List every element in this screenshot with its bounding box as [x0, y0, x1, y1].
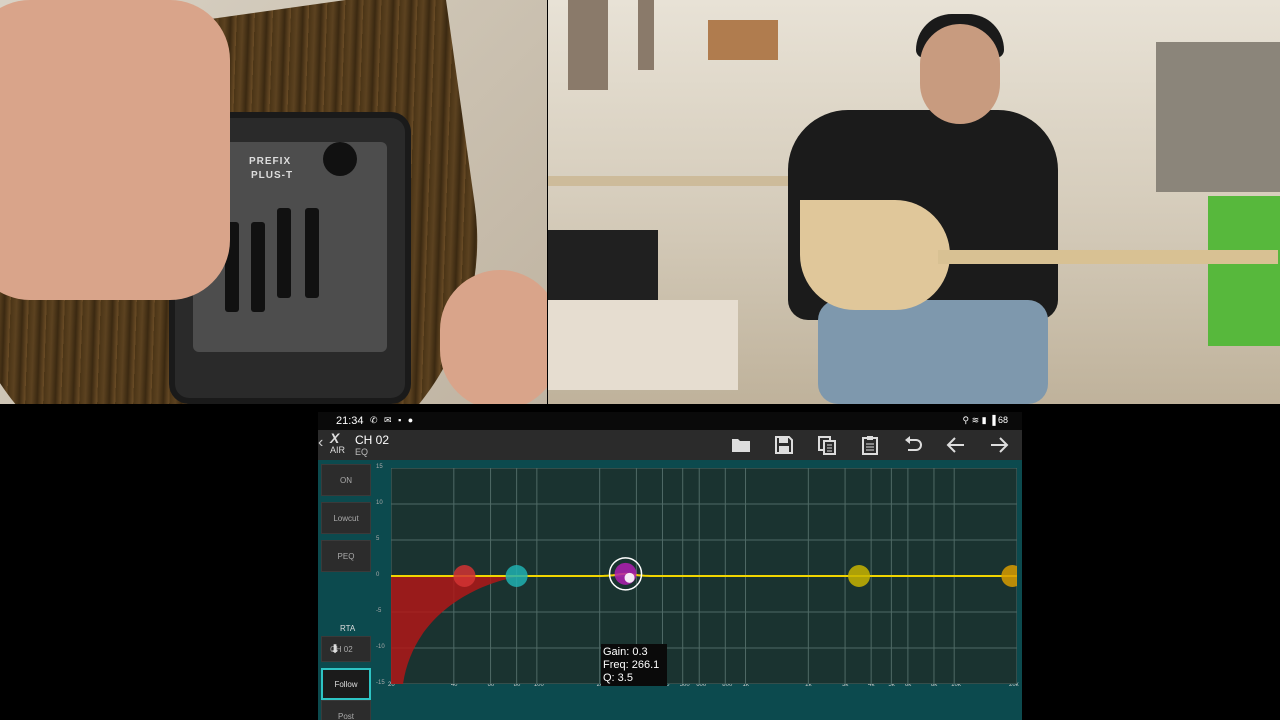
left-panel: ON Lowcut PEQ RTA CH 02 ⬇ Follow Post — [318, 460, 378, 720]
logo-text: AIR — [330, 445, 346, 455]
saz-neck — [938, 250, 1278, 264]
green-wall — [1208, 196, 1280, 346]
musician-head — [920, 24, 1000, 124]
tooltip-gain: Gain: 0.3 — [603, 646, 648, 658]
folder-icon — [732, 439, 750, 452]
copy-button[interactable] — [814, 433, 840, 457]
eq-graph[interactable] — [391, 468, 1017, 684]
status-right: ⚲ ≋ ▮ ▐ 68 — [962, 415, 1008, 425]
y-tick-label: -5 — [376, 608, 382, 614]
tooltip-freq: Freq: 266.1 — [603, 659, 660, 671]
battery-level: 68 — [997, 415, 1008, 425]
preamp-slider — [277, 208, 291, 298]
cabinet — [1156, 42, 1280, 192]
preamp-slider — [251, 222, 265, 312]
eq-band-handle[interactable] — [614, 562, 637, 585]
rta-label: RTA — [340, 624, 356, 633]
paste-icon — [862, 436, 878, 455]
eq-band-handle[interactable] — [505, 565, 528, 587]
rta-source-select[interactable]: CH 02 ⬇ — [321, 636, 371, 662]
status-bar: 21:34 ✆ ✉ ▪ ● ⚲ ≋ ▮ ▐ 68 — [318, 412, 1022, 430]
undo-button[interactable] — [900, 433, 926, 457]
undo-icon — [905, 436, 922, 451]
lowcut-button[interactable]: Lowcut — [321, 502, 371, 534]
eq-band-handle[interactable] — [1001, 565, 1017, 587]
copy-icon — [818, 436, 836, 455]
musician-jeans — [818, 300, 1048, 404]
y-tick-label: -10 — [376, 644, 385, 650]
saz-body — [800, 200, 950, 310]
follow-button[interactable]: Follow — [321, 668, 371, 700]
post-button[interactable]: Post — [321, 700, 371, 720]
y-tick-label: 15 — [376, 464, 383, 470]
video-frame-musician — [548, 0, 1280, 404]
eq-band-handle[interactable] — [848, 565, 871, 587]
hand — [440, 270, 547, 404]
band-info-tooltip: Gain: 0.3 Freq: 266.1 Q: 3.5 — [601, 644, 667, 686]
preamp-brand: PREFIX — [249, 156, 292, 167]
notification-icons: ✆ ✉ ▪ ● — [370, 415, 416, 425]
eq-band-handle[interactable] — [453, 565, 476, 587]
preamp-slider — [305, 208, 319, 298]
arrow-right-icon — [991, 437, 1009, 453]
wall-tool — [568, 0, 608, 90]
peq-button[interactable]: PEQ — [321, 540, 371, 572]
eq-graph-svg[interactable] — [391, 468, 1017, 684]
wall-tool — [638, 0, 654, 70]
y-tick-label: 0 — [376, 572, 380, 578]
wall-tool — [708, 20, 778, 60]
arrow-down-icon: ⬇ — [330, 642, 341, 656]
status-time: 21:34 — [336, 415, 364, 427]
channel-title: CH 02 — [355, 433, 390, 447]
arrow-left-icon — [946, 437, 964, 453]
shelf — [548, 176, 808, 186]
back-icon[interactable]: ‹ — [318, 434, 328, 452]
save-button[interactable] — [771, 433, 797, 457]
xair-logo: X AIR — [330, 430, 346, 455]
save-icon — [775, 436, 793, 454]
mixer-hardware — [548, 230, 658, 300]
toolbar: ‹ X AIR CH 02 EQ — [318, 430, 1022, 460]
eq-response-curve — [391, 572, 1017, 577]
desk — [548, 300, 738, 390]
previous-button[interactable] — [943, 433, 969, 457]
paste-button[interactable] — [857, 433, 883, 457]
eq-app: 21:34 ✆ ✉ ▪ ● ⚲ ≋ ▮ ▐ 68 ‹ X AIR CH 02 EQ — [318, 412, 1022, 720]
volume-knob — [323, 142, 357, 176]
lowcut-fill — [391, 576, 527, 684]
y-tick-label: -15 — [376, 680, 385, 686]
y-tick-label: 5 — [376, 536, 380, 542]
y-tick-label: 10 — [376, 500, 383, 506]
next-button[interactable] — [986, 433, 1012, 457]
section-title: EQ — [355, 447, 369, 457]
selected-band-dot — [624, 572, 635, 583]
video-frame-preamp: PREFIX PLUS-T — [0, 0, 547, 404]
hand — [0, 0, 230, 300]
open-button[interactable] — [728, 433, 754, 457]
tooltip-q: Q: 3.5 — [603, 672, 633, 684]
eq-on-button[interactable]: ON — [321, 464, 371, 496]
preamp-model: PLUS-T — [251, 170, 294, 181]
